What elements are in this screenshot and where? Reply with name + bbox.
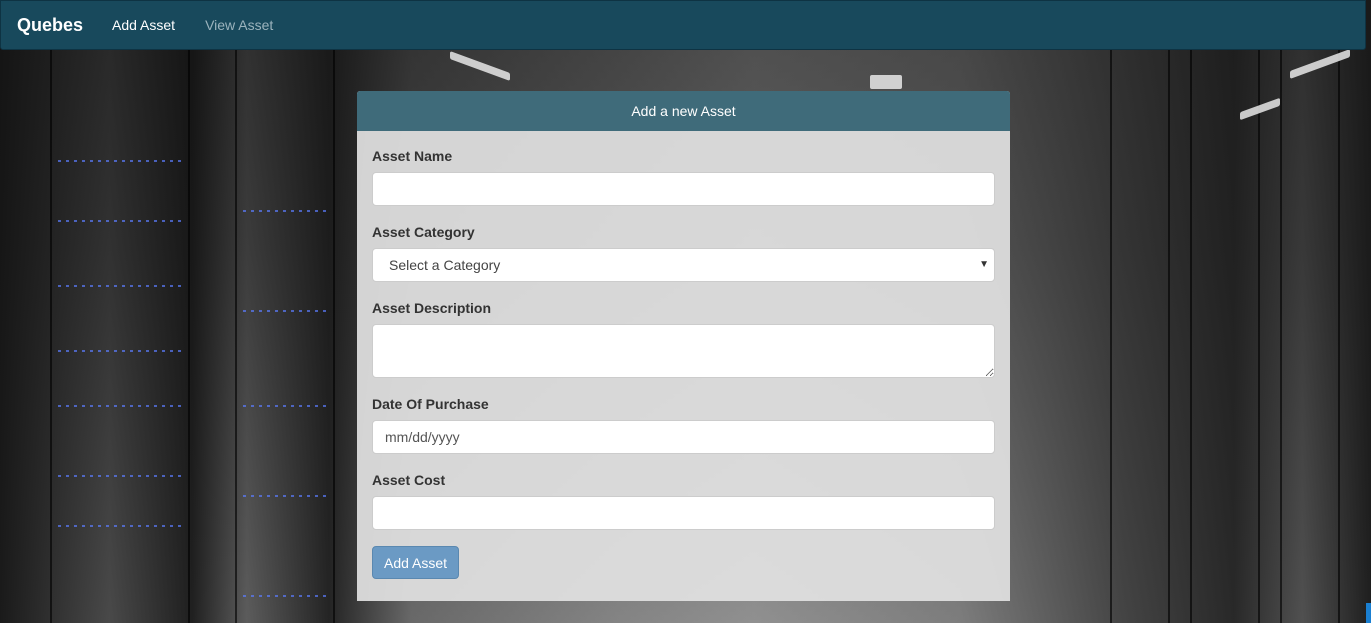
asset-category-group: Asset Category Select a Category ▼ <box>372 224 995 282</box>
asset-description-label: Asset Description <box>372 300 492 316</box>
asset-category-selected[interactable]: Select a Category <box>372 248 995 282</box>
scroll-indicator <box>1366 603 1371 623</box>
server-rack-right <box>1110 50 1170 623</box>
add-asset-panel: Add a new Asset Asset Name Asset Categor… <box>357 91 1010 601</box>
asset-name-label: Asset Name <box>372 148 453 164</box>
panel-title: Add a new Asset <box>357 91 1010 131</box>
asset-category-label: Asset Category <box>372 224 475 240</box>
asset-name-input[interactable] <box>372 172 995 206</box>
asset-cost-group: Asset Cost <box>372 472 995 530</box>
nav-view-asset[interactable]: View Asset <box>205 17 273 33</box>
server-rack-left <box>50 50 190 623</box>
date-of-purchase-input[interactable] <box>372 420 995 454</box>
server-rack-left-2 <box>235 50 335 623</box>
ceiling-light <box>870 75 902 89</box>
brand-logo[interactable]: Quebes <box>17 15 83 36</box>
top-navbar: Quebes Add Asset View Asset <box>0 0 1366 50</box>
asset-name-group: Asset Name <box>372 148 995 206</box>
asset-description-group: Asset Description <box>372 300 995 378</box>
date-of-purchase-group: Date Of Purchase <box>372 396 995 454</box>
asset-form: Asset Name Asset Category Select a Categ… <box>357 148 1010 579</box>
asset-cost-input[interactable] <box>372 496 995 530</box>
server-rack-right-2 <box>1190 50 1260 623</box>
asset-cost-label: Asset Cost <box>372 472 446 488</box>
date-of-purchase-label: Date Of Purchase <box>372 396 489 412</box>
asset-category-select[interactable]: Select a Category ▼ <box>372 248 995 282</box>
chevron-down-icon: ▼ <box>979 259 989 270</box>
nav-add-asset[interactable]: Add Asset <box>112 17 175 33</box>
asset-description-textarea[interactable] <box>372 324 995 378</box>
add-asset-button[interactable]: Add Asset <box>372 546 460 579</box>
server-rack-right-3 <box>1280 50 1340 623</box>
